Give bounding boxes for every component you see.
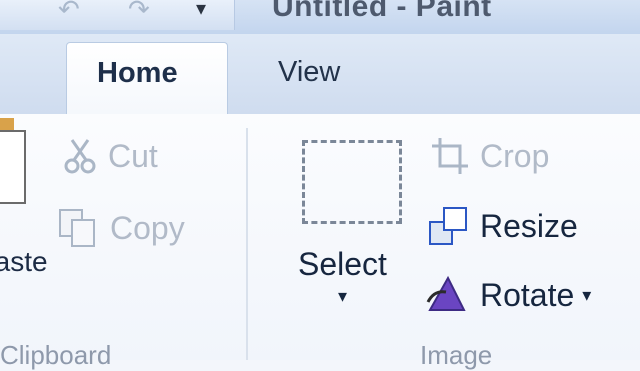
- resize-button[interactable]: Resize: [426, 204, 578, 248]
- crop-button[interactable]: Crop: [430, 136, 549, 176]
- paste-icon[interactable]: [0, 130, 26, 204]
- rotate-button[interactable]: Rotate ▾: [424, 272, 591, 318]
- resize-icon: [429, 207, 467, 245]
- rotate-dropdown-arrow[interactable]: ▾: [582, 285, 591, 306]
- rotate-label: Rotate: [480, 276, 575, 313]
- cut-button[interactable]: Cut: [62, 136, 158, 176]
- tab-home[interactable]: Home: [66, 42, 228, 119]
- select-label[interactable]: Select: [298, 246, 387, 283]
- group-separator: [246, 128, 248, 360]
- tab-view-label: View: [278, 56, 341, 88]
- quick-access-toolbar: ↶ ↷ ▾: [0, 0, 235, 30]
- ribbon-tabs: Home View: [0, 34, 640, 119]
- crop-label: Crop: [480, 137, 550, 174]
- quick-access-dropdown[interactable]: ▾: [196, 0, 206, 21]
- redo-icon[interactable]: ↷: [128, 0, 150, 25]
- image-group-label: Image: [420, 340, 493, 370]
- copy-button[interactable]: Copy: [56, 206, 185, 250]
- clipboard-group-label: Clipboard: [0, 340, 112, 370]
- select-icon[interactable]: [302, 140, 402, 224]
- copy-icon: [59, 209, 95, 247]
- undo-icon[interactable]: ↶: [58, 0, 80, 25]
- resize-label: Resize: [480, 207, 578, 244]
- tab-view[interactable]: View: [278, 56, 340, 89]
- crop-icon: [432, 138, 468, 174]
- rotate-icon: [426, 275, 466, 311]
- scissors-icon: [64, 139, 96, 174]
- paste-label[interactable]: Paste: [0, 246, 48, 278]
- copy-label: Copy: [110, 209, 185, 246]
- cut-label: Cut: [108, 137, 158, 174]
- tab-home-label: Home: [97, 57, 178, 89]
- window-title: Untitled - Paint: [272, 0, 492, 23]
- select-dropdown-arrow[interactable]: ▾: [338, 286, 347, 307]
- title-bar: ↶ ↷ ▾ Untitled - Paint: [0, 0, 640, 34]
